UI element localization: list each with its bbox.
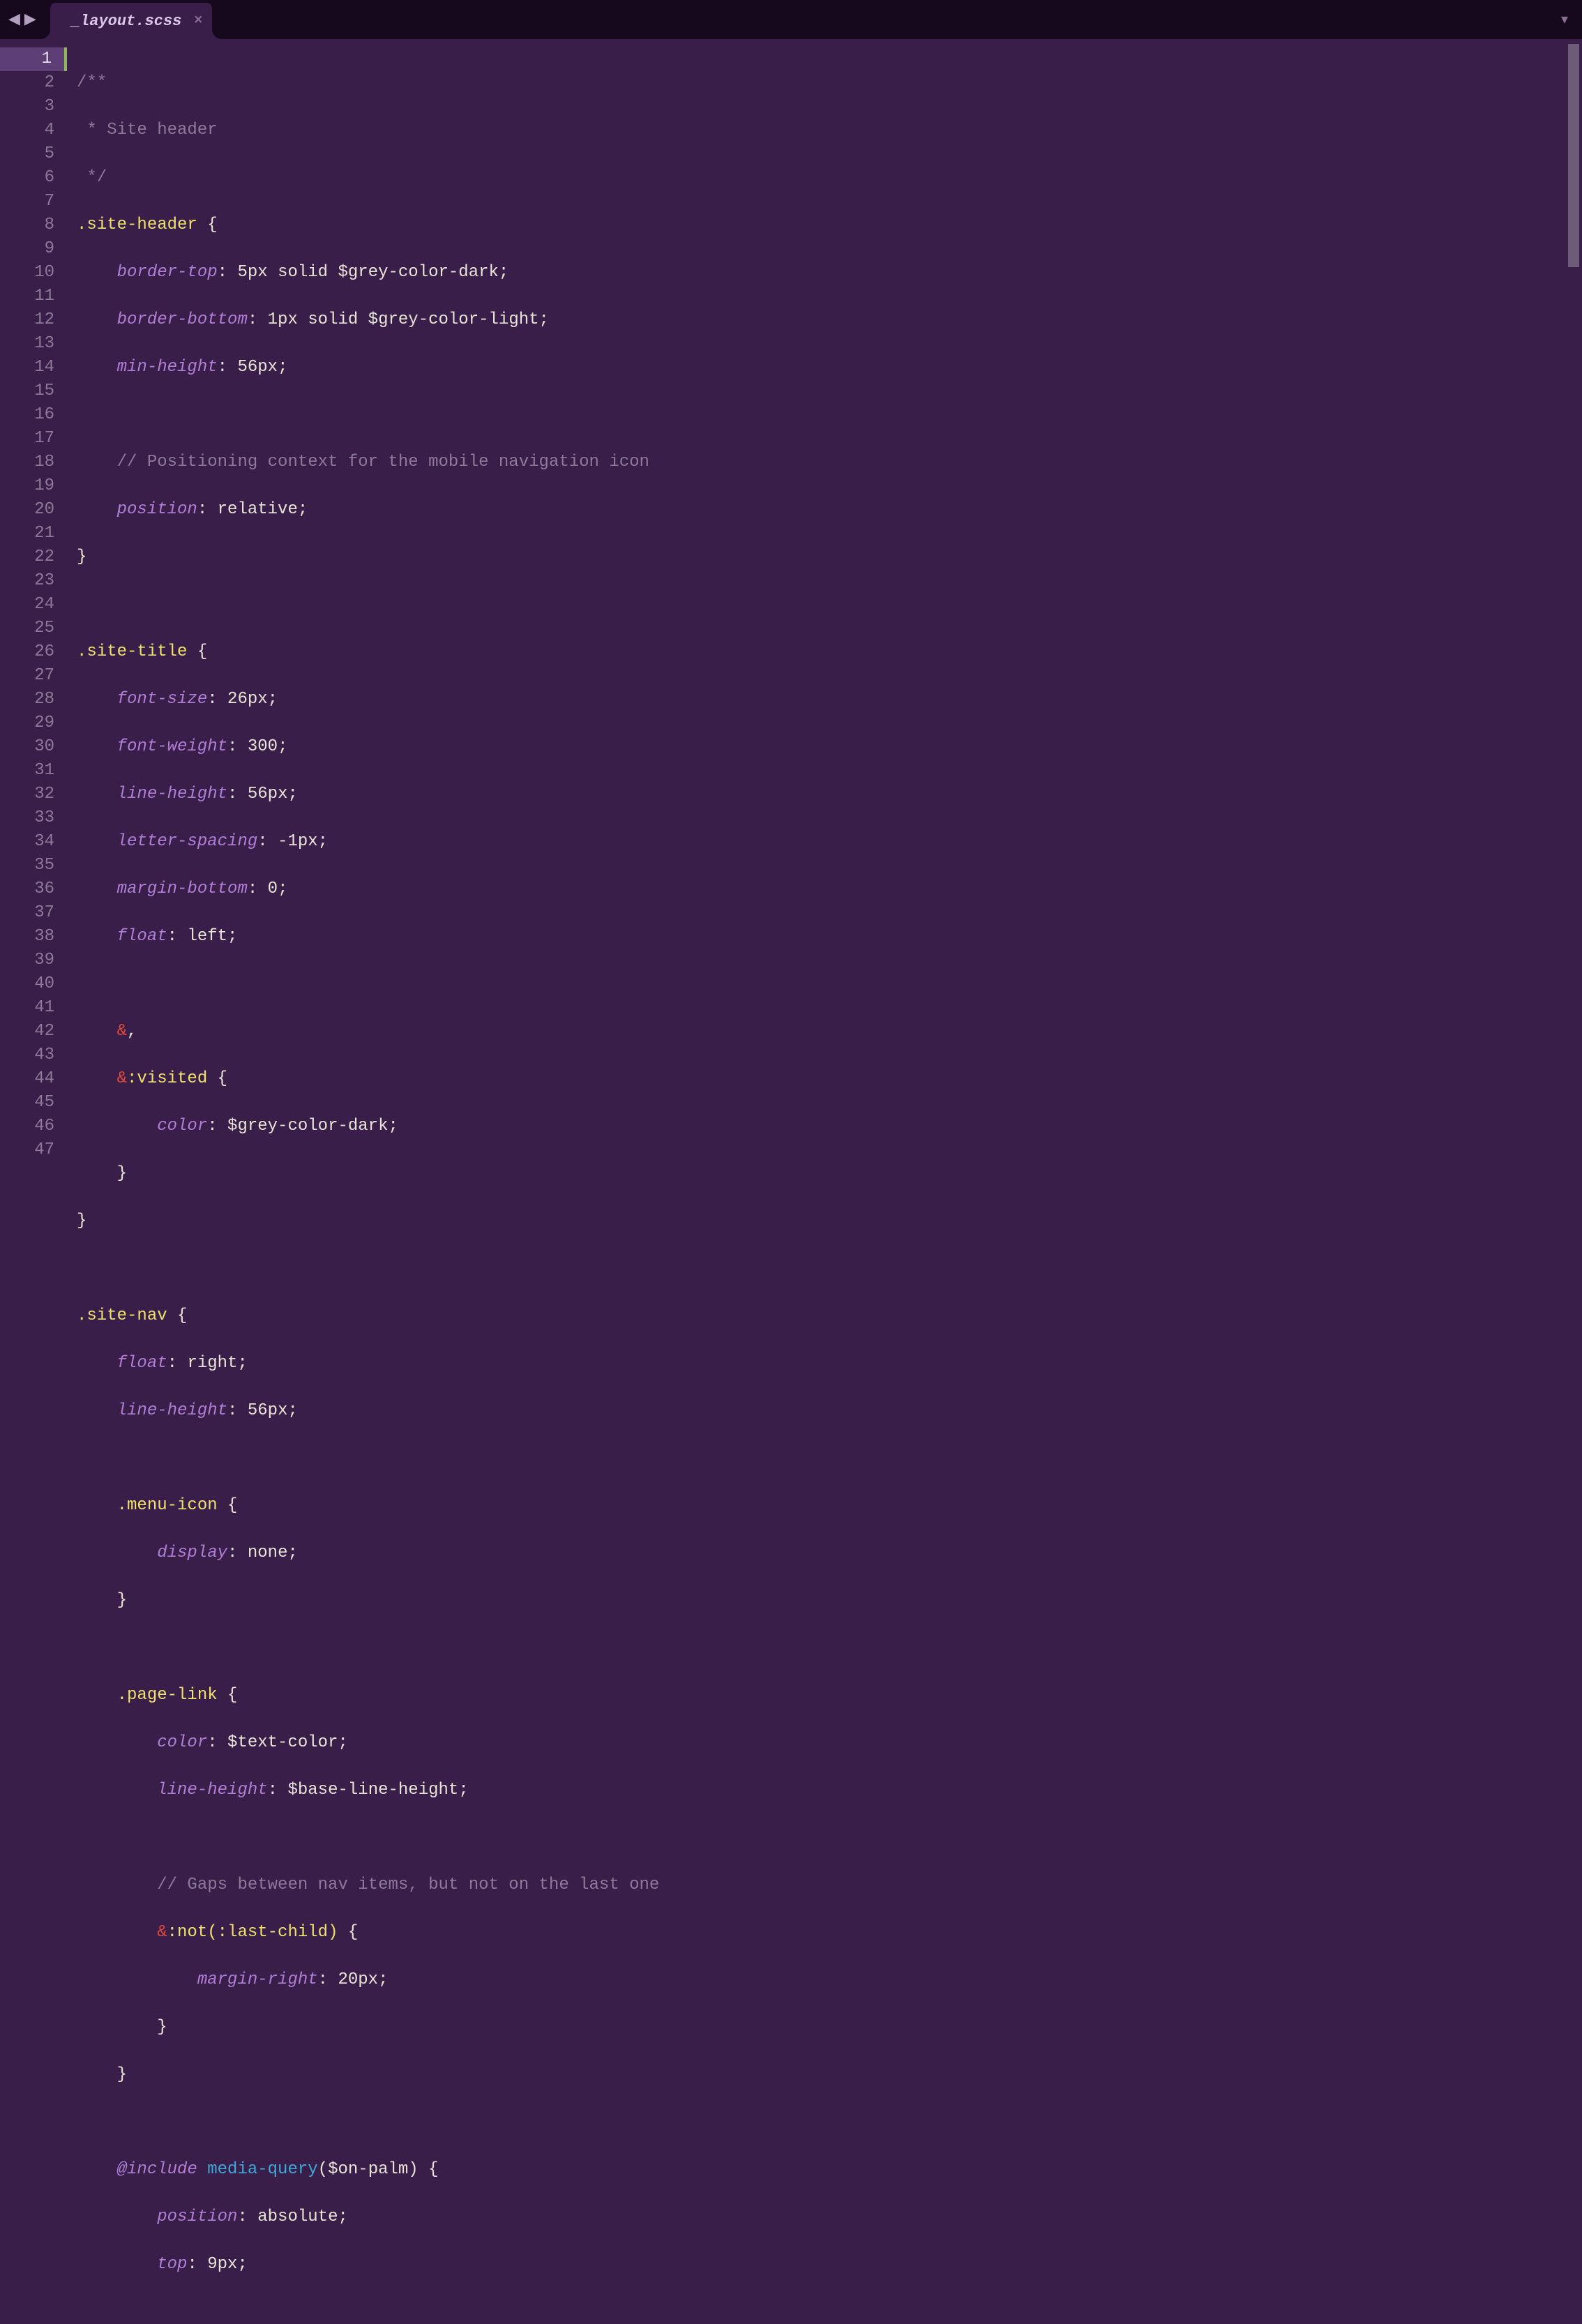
line-number-gutter: 1234567891011121314151617181920212223242… [0, 39, 67, 1163]
comment: /** [77, 73, 107, 92]
close-icon[interactable]: × [194, 13, 202, 29]
selector: .site-header [77, 216, 197, 234]
property: line-height [117, 785, 227, 803]
property: display [157, 1544, 227, 1562]
selector: .menu-icon [117, 1496, 218, 1515]
property: position [157, 2208, 237, 2226]
property: color [157, 1117, 207, 1135]
parent-ref: & [117, 1069, 127, 1088]
property: border-bottom [117, 310, 248, 329]
value: $grey-color-dark [227, 1117, 388, 1135]
value: absolute [257, 2208, 338, 2226]
selector: .site-title [77, 642, 187, 661]
property: font-weight [117, 737, 227, 756]
property: position [117, 500, 197, 519]
value: relative [218, 500, 298, 519]
code-area[interactable]: /** * Site header */ .site-header { bord… [67, 39, 1582, 1163]
value: right [187, 1354, 237, 1373]
keyword: @include [117, 2160, 197, 2179]
property: float [117, 927, 167, 946]
parent-ref: & [117, 1022, 127, 1041]
value: 1px solid $grey-color-light [268, 310, 539, 329]
property: color [157, 1733, 207, 1752]
parent-ref: & [157, 1923, 167, 1942]
chevron-down-icon[interactable]: ▾ [1561, 10, 1568, 29]
value: 5px solid $grey-color-dark [237, 263, 498, 282]
property: top [157, 2255, 187, 2274]
scrollbar-thumb[interactable] [1568, 44, 1579, 267]
value: 300 [248, 737, 278, 756]
comment: * Site header [77, 121, 218, 139]
pseudo: :visited [127, 1069, 207, 1088]
value: 26px [227, 690, 268, 709]
nav-back-icon[interactable]: ◀ [8, 10, 20, 29]
code-editor[interactable]: 1234567891011121314151617181920212223242… [0, 39, 1582, 1163]
property: font-size [117, 690, 208, 709]
selector: .page-link [117, 1686, 218, 1705]
comment: // Positioning context for the mobile na… [117, 453, 649, 471]
property: letter-spacing [117, 832, 258, 851]
property: min-height [117, 358, 218, 377]
value: 56px [248, 785, 288, 803]
value: 0 [268, 880, 278, 898]
value: none [248, 1544, 288, 1562]
value: $base-line-height [287, 1781, 458, 1799]
property: float [117, 1354, 167, 1373]
scrollbar-track[interactable] [1568, 41, 1582, 1163]
property: margin-bottom [117, 880, 248, 898]
value: left [187, 927, 227, 946]
nav-forward-icon[interactable]: ▶ [24, 10, 36, 29]
property: line-height [117, 1401, 227, 1420]
property: margin-right [197, 1970, 318, 1989]
value: 9px [207, 2255, 237, 2274]
value: 56px [237, 358, 278, 377]
value: $text-color [227, 1733, 338, 1752]
file-tab[interactable]: _layout.scss × [50, 3, 212, 39]
argument: $on-palm [328, 2160, 408, 2179]
property: border-top [117, 263, 218, 282]
comment: */ [77, 168, 107, 187]
value: 56px [248, 1401, 288, 1420]
selector: .site-nav [77, 1306, 167, 1325]
value: 20px [338, 1970, 378, 1989]
tab-bar: ◀ ▶ _layout.scss × ▾ [0, 0, 1582, 39]
tab-title: _layout.scss [71, 13, 181, 30]
comment: // Gaps between nav items, but not on th… [157, 1876, 659, 1894]
property: line-height [157, 1781, 267, 1799]
function: media-query [207, 2160, 317, 2179]
pseudo: :not(:last-child) [167, 1923, 338, 1942]
value: -1px [278, 832, 318, 851]
